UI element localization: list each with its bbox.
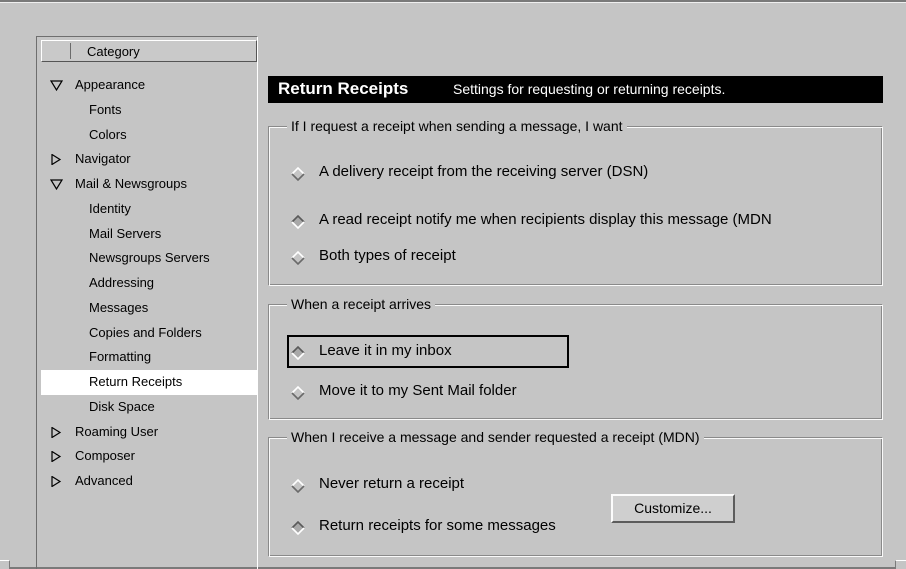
category-item-composer[interactable]: Composer — [41, 444, 257, 469]
category-item-disk-space[interactable]: Disk Space — [41, 395, 257, 420]
category-item-return-receipts[interactable]: Return Receipts — [41, 370, 257, 395]
column-separator — [70, 43, 71, 59]
category-item-advanced[interactable]: Advanced — [41, 469, 257, 494]
category-item-addressing[interactable]: Addressing — [41, 271, 257, 296]
collapsed-triangle-icon[interactable] — [50, 154, 63, 166]
category-item-label: Colors — [89, 126, 127, 142]
request-receipt-legend: If I request a receipt when sending a me… — [287, 117, 627, 135]
return-some-label: Return receipts for some messages — [319, 517, 556, 534]
receipt-arrives-legend: When a receipt arrives — [287, 295, 436, 313]
category-item-label: Addressing — [89, 275, 155, 290]
category-item-label: Formatting — [89, 349, 152, 365]
category-item-label: Roaming User — [75, 423, 159, 439]
request-both-label: Both types of receipt — [319, 247, 456, 264]
category-item-label: Mail Servers — [89, 225, 162, 241]
request-mdn-label: A read receipt notify me when recipients… — [319, 211, 772, 228]
category-header-label: Category — [87, 44, 140, 59]
radio-diamond-icon — [291, 345, 305, 361]
category-item-label: Advanced — [75, 473, 133, 488]
window-top-highlight — [0, 2, 906, 3]
category-item-formatting[interactable]: Formatting — [41, 345, 257, 370]
category-item-messages[interactable]: Messages — [41, 296, 257, 321]
category-item-label: Disk Space — [89, 398, 155, 414]
radio-diamond-icon — [291, 166, 305, 182]
category-item-mail-servers[interactable]: Mail Servers — [41, 222, 257, 247]
category-item-newsgroups-servers[interactable]: Newsgroups Servers — [41, 246, 257, 271]
category-item-label: Appearance — [75, 77, 146, 92]
return-receipt-legend: When I receive a message and sender requ… — [287, 428, 704, 446]
radio-diamond-icon — [291, 478, 305, 494]
category-item-mail-and-newsgroups[interactable]: Mail & Newsgroups — [41, 172, 257, 197]
move-to-sent-label: Move it to my Sent Mail folder — [319, 382, 517, 399]
category-list: Appearance Fonts Colors Navigator Mail & New… — [41, 73, 257, 494]
category-tree: Category Appearance Fonts Colors Navigator M… — [36, 36, 258, 569]
resize-corner-right — [895, 560, 906, 569]
category-item-label: Composer — [75, 448, 135, 464]
radio-diamond-icon — [291, 520, 305, 536]
category-item-label: Fonts — [89, 101, 122, 117]
category-item-label: Identity — [89, 200, 131, 216]
category-item-navigator[interactable]: Navigator — [41, 147, 257, 172]
category-item-label: Return Receipts — [89, 374, 183, 389]
panel-subtitle: Settings for requesting or returning rec… — [453, 81, 726, 97]
receipt-arrives-group: When a receipt arrives Leave it in my in… — [268, 295, 883, 420]
radio-diamond-icon — [291, 214, 305, 230]
collapsed-triangle-icon[interactable] — [50, 476, 63, 487]
return-receipt-group: When I receive a message and sender requ… — [268, 428, 883, 557]
category-item-roaming-user[interactable]: Roaming User — [41, 420, 257, 445]
panel-title: Return Receipts — [278, 79, 409, 98]
collapsed-triangle-icon[interactable] — [50, 426, 63, 438]
leave-in-inbox-label: Leave it in my inbox — [319, 342, 452, 359]
customize-button[interactable]: Customize... — [611, 494, 735, 523]
category-item-label: Messages — [89, 299, 149, 315]
collapsed-triangle-icon[interactable] — [50, 451, 63, 463]
category-item-label: Mail & Newsgroups — [75, 176, 187, 191]
expanded-triangle-icon[interactable] — [50, 179, 63, 190]
category-item-appearance[interactable]: Appearance — [41, 73, 257, 98]
category-item-label: Copies and Folders — [89, 324, 202, 340]
radio-diamond-icon — [291, 385, 305, 401]
category-item-label: Newsgroups Servers — [89, 250, 210, 266]
category-item-fonts[interactable]: Fonts — [41, 98, 257, 123]
category-item-copies-and-folders[interactable]: Copies and Folders — [41, 321, 257, 346]
panel-title-bar: Return Receipts Settings for requesting … — [268, 76, 883, 103]
expanded-triangle-icon[interactable] — [50, 80, 63, 91]
radio-diamond-icon — [291, 250, 305, 266]
request-receipt-group: If I request a receipt when sending a me… — [268, 117, 883, 286]
request-dsn-label: A delivery receipt from the receiving se… — [319, 163, 649, 180]
category-item-label: Navigator — [75, 151, 131, 167]
category-column-header[interactable]: Category — [41, 40, 257, 62]
resize-corner-left — [0, 560, 10, 569]
category-item-colors[interactable]: Colors — [41, 123, 257, 148]
category-item-identity[interactable]: Identity — [41, 197, 257, 222]
never-return-label: Never return a receipt — [319, 475, 465, 492]
